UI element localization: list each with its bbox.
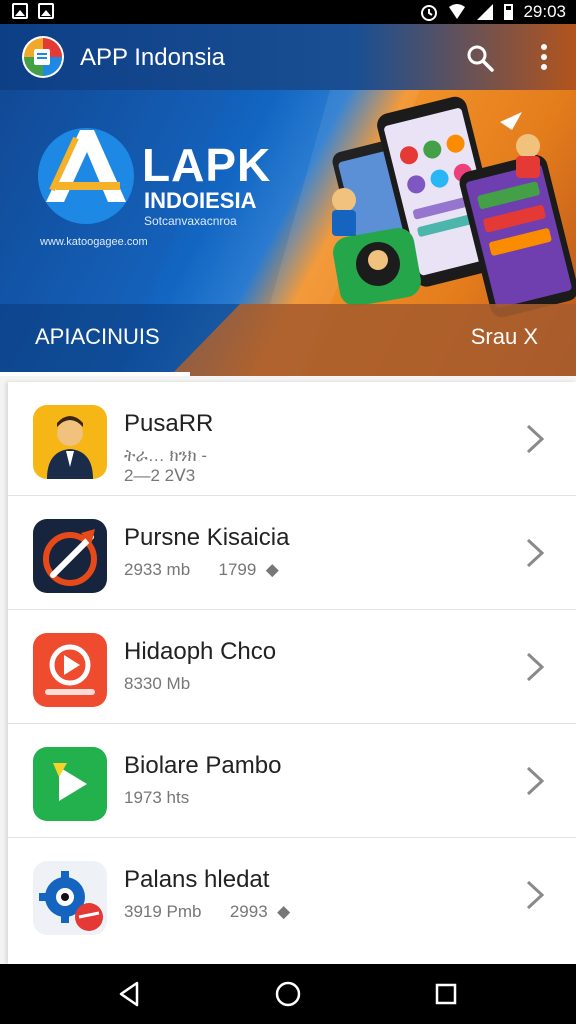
status-time: 29:03 bbox=[523, 2, 566, 21]
status-bar: 29:03 bbox=[0, 0, 576, 24]
person-avatar-icon bbox=[33, 405, 107, 479]
battery-icon bbox=[504, 4, 514, 20]
hero-brand-title: LAPK bbox=[142, 139, 272, 191]
app-meta: ትራ… ክንክ ‑ 2—2 2Ⅴ3 bbox=[124, 446, 208, 485]
gear-app-icon bbox=[33, 861, 107, 935]
app-bar: APP Indonsia bbox=[0, 24, 576, 90]
signal-icon bbox=[477, 4, 494, 20]
app-name: Hidaoph Chco bbox=[124, 638, 277, 665]
notification-icons bbox=[12, 3, 54, 19]
hero-url: www.katoogagee.com bbox=[40, 236, 148, 248]
list-item[interactable]: Pursne Kisaicia 2933 mb 1799 ◆ bbox=[8, 496, 576, 610]
app-meta: 2933 mb 1799 ◆ bbox=[124, 560, 279, 579]
compass-app-icon bbox=[33, 519, 107, 593]
tab-apiacinuis[interactable]: APIACINUIS bbox=[0, 304, 190, 376]
app-meta: 8330 Mb bbox=[124, 674, 191, 693]
play-app-icon bbox=[33, 747, 107, 821]
gallery-notification-icon bbox=[12, 3, 28, 19]
list-item[interactable]: PusaRR ትራ… ክንክ ‑ 2—2 2Ⅴ3 bbox=[8, 382, 576, 496]
app-name: Pursne Kisaicia bbox=[124, 524, 290, 551]
chevron-right-icon bbox=[526, 652, 545, 682]
app-name: Palans hledat bbox=[124, 866, 270, 893]
tab-bar: APIACINUIS Srau X bbox=[0, 304, 576, 376]
tab-apiacinuis-label: APIACINUIS bbox=[35, 324, 160, 349]
chevron-right-icon bbox=[526, 766, 545, 796]
app-title: APP Indonsia bbox=[80, 44, 225, 71]
alarm-icon bbox=[421, 5, 438, 21]
app-list: PusaRR ትራ… ክንክ ‑ 2—2 2Ⅴ3 Pursne Kisaicia… bbox=[8, 382, 576, 964]
app-meta: 1973 hts bbox=[124, 788, 190, 807]
system-nav-bar bbox=[0, 964, 576, 1024]
app-meta: 3919 Pmb 2993 ◆ bbox=[124, 902, 291, 921]
hero-tagline: Sotcanvaxacnroa bbox=[144, 214, 237, 228]
chevron-right-icon bbox=[526, 880, 545, 910]
active-tab-indicator bbox=[0, 372, 190, 376]
search-icon[interactable] bbox=[466, 44, 494, 72]
video-player-icon bbox=[33, 633, 107, 707]
list-item[interactable]: Hidaoph Chco 8330 Mb bbox=[8, 610, 576, 724]
chevron-right-icon bbox=[526, 424, 545, 454]
list-item[interactable]: Biolare Pambo 1973 hts bbox=[8, 724, 576, 838]
system-icons: 29:03 bbox=[420, 2, 566, 22]
recents-icon[interactable] bbox=[431, 979, 461, 1009]
list-item[interactable]: Palans hledat 3919 Pmb 2993 ◆ bbox=[8, 838, 576, 952]
back-icon[interactable] bbox=[115, 979, 145, 1009]
tab-srau[interactable]: Srau X bbox=[471, 324, 538, 350]
app-logo-icon bbox=[22, 36, 64, 78]
photo-notification-icon bbox=[38, 3, 54, 19]
app-name: Biolare Pambo bbox=[124, 752, 282, 779]
home-icon[interactable] bbox=[273, 979, 303, 1009]
more-options-icon[interactable] bbox=[534, 42, 554, 72]
app-name: PusaRR bbox=[124, 410, 214, 437]
hero-brand-subtitle: INDOIESIA bbox=[144, 188, 257, 213]
lapk-logo-icon bbox=[38, 128, 134, 224]
chevron-right-icon bbox=[526, 538, 545, 568]
wifi-icon bbox=[449, 4, 466, 19]
